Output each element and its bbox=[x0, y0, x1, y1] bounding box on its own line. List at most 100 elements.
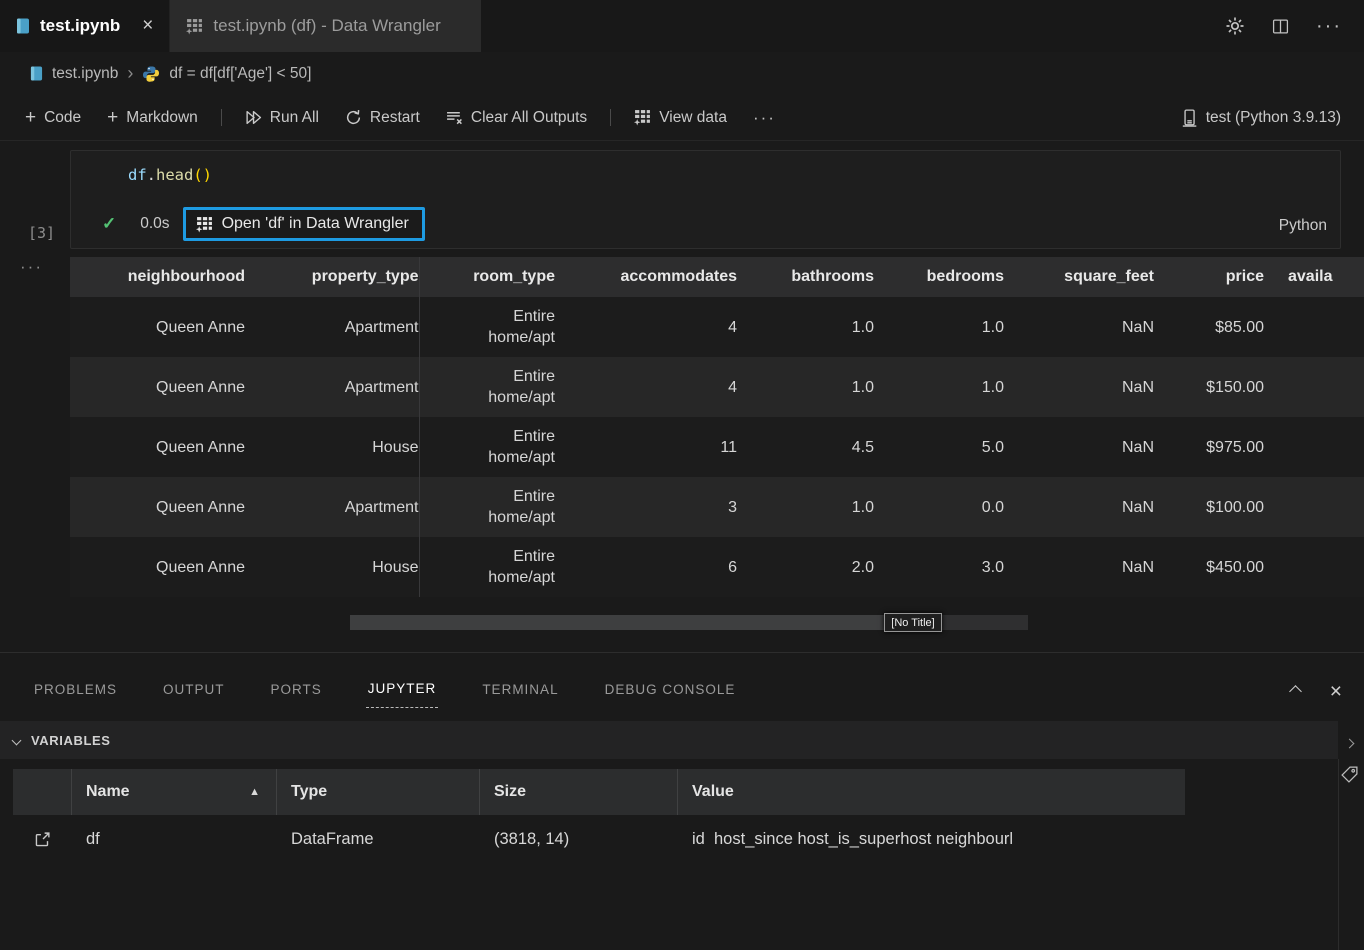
view-data-button[interactable]: View data bbox=[625, 105, 736, 131]
panel-actions: × bbox=[1291, 681, 1342, 702]
panel-tab-output[interactable]: OUTPUT bbox=[161, 671, 227, 708]
add-markdown-label: Markdown bbox=[126, 109, 198, 127]
table-cell: NaN bbox=[1004, 357, 1154, 417]
code-cell[interactable]: df.head() ✓ 0.0s Open 'df' in Data Wrang… bbox=[70, 150, 1341, 249]
table-cell: NaN bbox=[1004, 417, 1154, 477]
table-cell bbox=[1264, 357, 1364, 417]
table-cell: $100.00 bbox=[1154, 477, 1264, 537]
table-cell: $450.00 bbox=[1154, 537, 1264, 597]
table-cell: $150.00 bbox=[1154, 357, 1264, 417]
vscode-window: test.ipynb × test.ipynb (df) - Data Wran… bbox=[0, 0, 1364, 950]
table-cell: Queen Anne bbox=[70, 417, 245, 477]
restart-kernel-button[interactable]: Restart bbox=[336, 105, 429, 131]
kernel-picker-button[interactable]: test (Python 3.9.13) bbox=[1171, 105, 1350, 131]
close-tab-icon[interactable]: × bbox=[142, 15, 153, 37]
table-row: Queen Anne House Entire home/apt 11 4.5 … bbox=[70, 417, 1364, 477]
panel-tab-ports[interactable]: PORTS bbox=[269, 671, 324, 708]
run-all-icon bbox=[245, 109, 262, 126]
column-header: price bbox=[1154, 257, 1264, 297]
grid-header-type[interactable]: Type bbox=[277, 769, 480, 815]
add-code-cell-button[interactable]: + Code bbox=[16, 104, 90, 131]
toolbar-more-icon[interactable]: ··· bbox=[744, 104, 785, 132]
table-cell: Queen Anne bbox=[70, 297, 245, 357]
breadcrumb-file[interactable]: test.ipynb bbox=[52, 65, 118, 83]
output-menu-icon[interactable]: ··· bbox=[20, 257, 43, 277]
panel-tab-problems[interactable]: PROBLEMS bbox=[32, 671, 119, 708]
table-cell bbox=[1264, 477, 1364, 537]
grid-header-name[interactable]: Name ▲ bbox=[72, 769, 277, 815]
breadcrumb: test.ipynb › df = df[df['Age'] < 50] bbox=[0, 52, 1364, 95]
bottom-panel: PROBLEMS OUTPUT PORTS JUPYTER TERMINAL D… bbox=[0, 652, 1364, 950]
editor-actions: ··· bbox=[1225, 0, 1364, 52]
table-cell: 1.0 bbox=[737, 297, 874, 357]
table-cell: NaN bbox=[1004, 537, 1154, 597]
toolbar-divider bbox=[610, 109, 611, 126]
table-cell bbox=[1264, 417, 1364, 477]
side-divider bbox=[1338, 759, 1339, 950]
open-variable-icon[interactable] bbox=[13, 831, 72, 848]
code-token-head: head bbox=[156, 166, 193, 184]
add-markdown-cell-button[interactable]: + Markdown bbox=[98, 104, 207, 131]
table-cell: Queen Anne bbox=[70, 477, 245, 537]
table-cell: Entire home/apt bbox=[419, 477, 555, 537]
table-row: Queen Anne House Entire home/apt 6 2.0 3… bbox=[70, 537, 1364, 597]
table-cell: 4.5 bbox=[737, 417, 874, 477]
variables-title: VARIABLES bbox=[31, 733, 111, 748]
column-header: bathrooms bbox=[737, 257, 874, 297]
table-row: Queen Anne Apartment Entire home/apt 4 1… bbox=[70, 357, 1364, 417]
plus-icon: + bbox=[25, 108, 36, 127]
table-cell: 5.0 bbox=[874, 417, 1004, 477]
table-cell: $975.00 bbox=[1154, 417, 1264, 477]
split-editor-icon[interactable] bbox=[1271, 18, 1290, 35]
tab-data-wrangler[interactable]: test.ipynb (df) - Data Wrangler bbox=[170, 0, 480, 52]
tag-filter-icon[interactable] bbox=[1340, 765, 1359, 784]
notebook-editor: [3] df.head() ✓ 0.0s O bbox=[0, 141, 1364, 652]
name-header-label: Name bbox=[86, 783, 130, 801]
cell-code[interactable]: df.head() bbox=[71, 151, 1340, 184]
notebook-file-icon bbox=[16, 18, 30, 34]
column-header: availa bbox=[1264, 257, 1364, 297]
close-panel-icon[interactable]: × bbox=[1330, 681, 1342, 702]
column-header: room_type bbox=[419, 257, 555, 297]
dataframe-output: neighbourhood property_type room_type ac… bbox=[70, 257, 1364, 604]
settings-gear-icon[interactable] bbox=[1225, 16, 1245, 36]
column-header: accommodates bbox=[555, 257, 737, 297]
variable-name: df bbox=[72, 830, 277, 849]
panel-tab-jupyter[interactable]: JUPYTER bbox=[366, 670, 439, 708]
grid-header-value[interactable]: Value bbox=[678, 769, 1185, 815]
table-cell: 0.0 bbox=[874, 477, 1004, 537]
table-cell: Apartment bbox=[245, 297, 419, 357]
code-token-parens: () bbox=[193, 166, 212, 184]
table-cell: 1.0 bbox=[737, 477, 874, 537]
notebook-file-icon bbox=[30, 66, 43, 81]
open-in-data-wrangler-button[interactable]: Open 'df' in Data Wrangler bbox=[183, 207, 425, 241]
table-cell bbox=[1264, 537, 1364, 597]
grid-header-size[interactable]: Size bbox=[480, 769, 678, 815]
more-actions-icon[interactable]: ··· bbox=[1316, 15, 1342, 38]
breadcrumb-cell-code[interactable]: df = df[df['Age'] < 50] bbox=[169, 65, 311, 83]
code-token-dot: . bbox=[147, 166, 156, 184]
table-cell: 6 bbox=[555, 537, 737, 597]
cell-language-picker[interactable]: Python bbox=[1279, 217, 1327, 235]
chevron-right-icon[interactable] bbox=[1346, 734, 1353, 752]
breadcrumb-separator: › bbox=[127, 63, 133, 84]
chevron-down-icon bbox=[12, 735, 22, 745]
success-check-icon: ✓ bbox=[102, 214, 116, 234]
table-cell bbox=[1264, 297, 1364, 357]
table-cell: Queen Anne bbox=[70, 537, 245, 597]
variable-row-df[interactable]: df DataFrame (3818, 14) id host_since ho… bbox=[13, 815, 1338, 863]
panel-tab-terminal[interactable]: TERMINAL bbox=[480, 671, 560, 708]
run-all-button[interactable]: Run All bbox=[236, 105, 328, 131]
maximize-panel-icon[interactable] bbox=[1291, 682, 1300, 701]
variables-section-header[interactable]: VARIABLES bbox=[0, 721, 1338, 759]
toolbar-divider bbox=[221, 109, 222, 126]
clear-all-outputs-button[interactable]: Clear All Outputs bbox=[437, 105, 596, 131]
table-cell: 2.0 bbox=[737, 537, 874, 597]
table-cell: House bbox=[245, 537, 419, 597]
kernel-label: test (Python 3.9.13) bbox=[1206, 109, 1341, 127]
execution-count: [3] bbox=[28, 224, 55, 242]
notebook-toolbar: + Code + Markdown Run All Restart bbox=[0, 95, 1364, 141]
panel-tab-bar: PROBLEMS OUTPUT PORTS JUPYTER TERMINAL D… bbox=[0, 653, 1364, 717]
tab-test-ipynb[interactable]: test.ipynb × bbox=[0, 0, 170, 52]
panel-tab-debug-console[interactable]: DEBUG CONSOLE bbox=[603, 671, 738, 708]
